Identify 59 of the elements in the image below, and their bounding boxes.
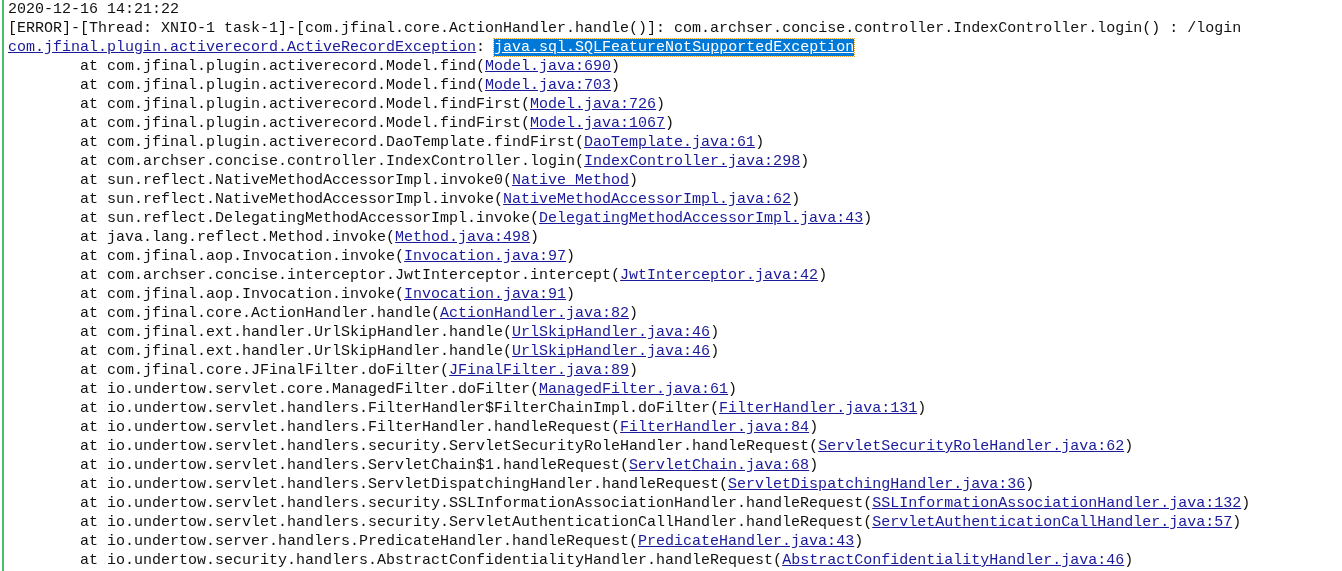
stack-frame-line: at io.undertow.servlet.handlers.FilterHandler$FilterChainImpl.doFilter(FilterHandler.java:131) — [79, 399, 927, 418]
exception-line: com.jfinal.plugin.activerecord.ActiveRecordException: java.sql.SQLFeatureNotSupportedException — [8, 38, 855, 57]
source-link[interactable]: DaoTemplate.java:61 — [584, 134, 756, 151]
source-link[interactable]: Invocation.java:91 — [404, 286, 567, 303]
source-link[interactable]: ServletDispatchingHandler.java:36 — [728, 476, 1026, 493]
stack-frame-line: at sun.reflect.DelegatingMethodAccessorImpl.invoke(DelegatingMethodAccessorImpl.java:43) — [79, 209, 873, 228]
stack-frame-line: at io.undertow.servlet.handlers.security.ServletAuthenticationCallHandler.handleRequest(ServletAuthenticationCallHandler.java:57) — [79, 513, 1242, 532]
source-link[interactable]: Invocation.java:97 — [404, 248, 567, 265]
source-link[interactable]: Model.java:703 — [485, 77, 612, 94]
stack-frame-line: at io.undertow.servlet.core.ManagedFilter.doFilter(ManagedFilter.java:61) — [79, 380, 738, 399]
stack-frame-line: at com.jfinal.core.JFinalFilter.doFilter(JFinalFilter.java:89) — [79, 361, 639, 380]
source-link[interactable]: IndexController.java:298 — [584, 153, 801, 170]
stack-frame-line: at com.jfinal.ext.handler.UrlSkipHandler.handle(UrlSkipHandler.java:46) — [79, 342, 720, 361]
source-link[interactable]: UrlSkipHandler.java:46 — [512, 343, 711, 360]
stack-frame-line: at sun.reflect.NativeMethodAccessorImpl.invoke0(Native Method) — [79, 171, 639, 190]
source-link[interactable]: Method.java:498 — [395, 229, 531, 246]
stack-frame-line: at io.undertow.servlet.handlers.security.ServletSecurityRoleHandler.handleRequest(ServletSecurityRoleHandler.java:62) — [79, 437, 1134, 456]
stack-frame-line: at com.jfinal.core.ActionHandler.handle(ActionHandler.java:82) — [79, 304, 639, 323]
stack-frame-line: at com.jfinal.plugin.activerecord.Model.find(Model.java:690) — [79, 57, 621, 76]
stack-frame-line: at sun.reflect.NativeMethodAccessorImpl.invoke(NativeMethodAccessorImpl.java:62) — [79, 190, 801, 209]
source-link[interactable]: JwtInterceptor.java:42 — [620, 267, 819, 284]
source-link[interactable]: ActionHandler.java:82 — [440, 305, 630, 322]
stack-frame-line: at com.jfinal.aop.Invocation.invoke(Invocation.java:97) — [79, 247, 576, 266]
stack-frame-line: at com.jfinal.aop.Invocation.invoke(Invocation.java:91) — [79, 285, 576, 304]
stack-frame-line: at com.archser.concise.controller.IndexController.login(IndexController.java:298) — [79, 152, 810, 171]
source-link[interactable]: NativeMethodAccessorImpl.java:62 — [503, 191, 792, 208]
source-link[interactable]: AbstractConfidentialityHandler.java:46 — [782, 552, 1125, 569]
stack-frame-line: at io.undertow.servlet.handlers.FilterHandler.handleRequest(FilterHandler.java:84) — [79, 418, 819, 437]
log-timestamp: 2020-12-16 14:21:22 — [8, 0, 180, 19]
source-link[interactable]: DelegatingMethodAccessorImpl.java:43 — [539, 210, 864, 227]
source-link[interactable]: SSLInformationAssociationHandler.java:132 — [872, 495, 1242, 512]
stack-frame-line: at com.jfinal.ext.handler.UrlSkipHandler.handle(UrlSkipHandler.java:46) — [79, 323, 720, 342]
source-link[interactable]: ServletChain.java:68 — [629, 457, 810, 474]
exception-link[interactable]: com.jfinal.plugin.activerecord.ActiveRecordException — [8, 39, 477, 56]
stack-frame-line: at com.jfinal.plugin.activerecord.DaoTemplate.findFirst(DaoTemplate.java:61) — [79, 133, 765, 152]
source-link[interactable]: Model.java:726 — [530, 96, 657, 113]
source-link[interactable]: FilterHandler.java:131 — [719, 400, 918, 417]
source-link[interactable]: Native Method — [512, 172, 630, 189]
stack-frame-line: at java.lang.reflect.Method.invoke(Method.java:498) — [79, 228, 540, 247]
stack-frame-line: at io.undertow.servlet.handlers.ServletDispatchingHandler.handleRequest(ServletDispatchingHandler.java:36) — [79, 475, 1035, 494]
stack-frame-line: at io.undertow.servlet.handlers.ServletChain$1.handleRequest(ServletChain.java:68) — [79, 456, 819, 475]
stack-frame-line: at com.jfinal.plugin.activerecord.Model.findFirst(Model.java:1067) — [79, 114, 675, 133]
source-link[interactable]: FilterHandler.java:84 — [620, 419, 810, 436]
source-link[interactable]: ServletSecurityRoleHandler.java:62 — [818, 438, 1125, 455]
stack-frame-line: at com.jfinal.plugin.activerecord.Model.find(Model.java:703) — [79, 76, 621, 95]
stack-frame-line: at io.undertow.server.handlers.PredicateHandler.handleRequest(PredicateHandler.java:43) — [79, 532, 864, 551]
stack-frame-line: at com.archser.concise.interceptor.JwtInterceptor.intercept(JwtInterceptor.java:42) — [79, 266, 828, 285]
stack-frame-line: at io.undertow.security.handlers.AbstractConfidentialityHandler.handleRequest(AbstractConfidentialityHandler.java:46) — [79, 551, 1134, 570]
source-link[interactable]: ServletAuthenticationCallHandler.java:57 — [872, 514, 1233, 531]
source-link[interactable]: JFinalFilter.java:89 — [449, 362, 630, 379]
source-link[interactable]: ManagedFilter.java:61 — [539, 381, 729, 398]
source-link[interactable]: Model.java:1067 — [530, 115, 666, 132]
stack-frame-line: at com.jfinal.plugin.activerecord.Model.findFirst(Model.java:726) — [79, 95, 666, 114]
source-link[interactable]: UrlSkipHandler.java:46 — [512, 324, 711, 341]
stack-frame-line: at io.undertow.servlet.handlers.security.SSLInformationAssociationHandler.handleRequest(SSLInformationAssociationHandler.java:132) — [79, 494, 1251, 513]
source-link[interactable]: PredicateHandler.java:43 — [638, 533, 855, 550]
error-message: [ERROR]-[Thread: XNIO-1 task-1]-[com.jfinal.core.ActionHandler.handle()]: com.archser.concise.controller.IndexController.login() : /login — [8, 19, 1242, 38]
exception-cause-link[interactable]: java.sql.SQLFeatureNotSupportedException — [494, 39, 855, 56]
source-link[interactable]: Model.java:690 — [485, 58, 612, 75]
